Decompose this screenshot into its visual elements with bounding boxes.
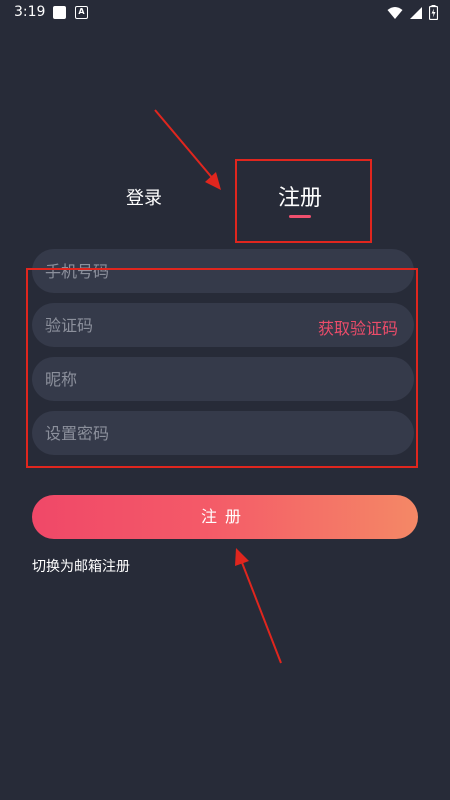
status-bar: 3:19 A (0, 0, 450, 26)
register-screen: 3:19 A 登录 注册 获取验证码 注册 (0, 0, 450, 800)
status-icons (387, 5, 438, 20)
annotation-arrowhead-top (205, 172, 221, 190)
a-icon: A (75, 6, 88, 19)
status-time: 3:19 (14, 4, 46, 20)
signal-icon (410, 6, 422, 19)
switch-email-register-link[interactable]: 切换为邮箱注册 (32, 556, 130, 576)
annotation-arrow-top (154, 109, 215, 181)
battery-icon (429, 5, 438, 20)
wifi-icon (387, 6, 403, 19)
register-button[interactable]: 注册 (32, 495, 418, 539)
app-icon (53, 6, 66, 19)
tab-login[interactable]: 登录 (126, 184, 162, 210)
annotation-box-form (26, 268, 418, 468)
annotation-box-tab (235, 159, 372, 243)
annotation-arrowhead-bottom (235, 548, 249, 566)
annotation-arrow-bottom (240, 559, 282, 664)
